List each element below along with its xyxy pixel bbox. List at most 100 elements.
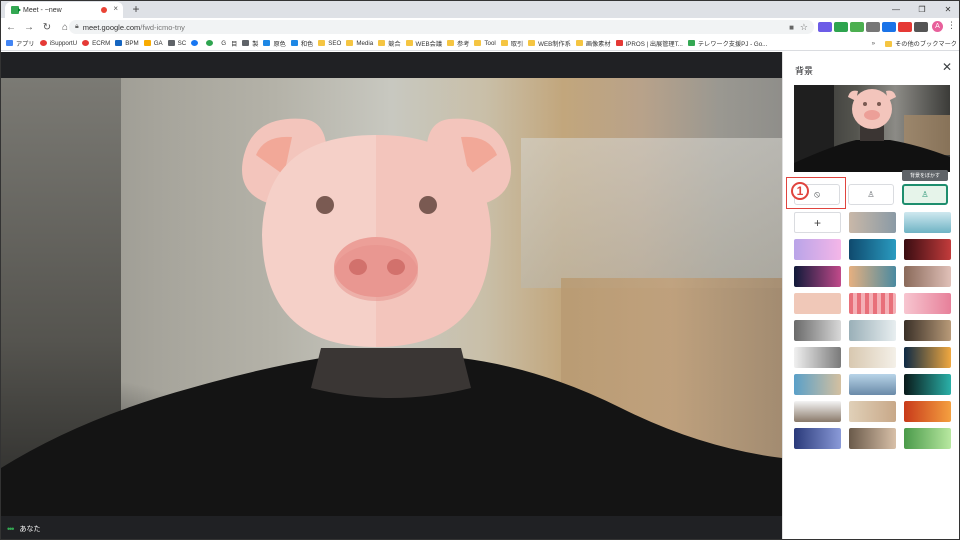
background-thumbnail[interactable]: [904, 347, 951, 368]
bookmark-folder[interactable]: WEB会議: [405, 39, 442, 48]
self-name-label: あなた: [19, 525, 41, 533]
profile-avatar[interactable]: A: [932, 21, 943, 32]
bookmark-item[interactable]: [191, 40, 201, 46]
blur-background-option[interactable]: ♙: [902, 184, 948, 205]
screenshot-frame: Meet - ~new × + — ❐ ✕ ← → ↻ ⌂ 🔒︎ meet.go…: [0, 0, 960, 540]
extension-icon[interactable]: [866, 22, 880, 32]
background-thumbnail[interactable]: [794, 239, 841, 260]
bookmark-item[interactable]: 製: [242, 39, 258, 48]
background-thumbnail[interactable]: [849, 266, 896, 287]
other-bookmarks-folder[interactable]: その他のブックマーク: [885, 39, 957, 48]
background-thumbnail[interactable]: [904, 239, 951, 260]
blur-tooltip: 背景をぼかす: [902, 170, 948, 181]
background-thumbnail[interactable]: [904, 428, 951, 449]
bookmark-item[interactable]: [206, 40, 216, 46]
recording-indicator-icon: [101, 7, 107, 13]
background-thumbnail[interactable]: [794, 347, 841, 368]
extension-icon[interactable]: [882, 22, 896, 32]
background-thumbnail[interactable]: [904, 374, 951, 395]
bookmark-item[interactable]: IPROS | 出展管理T...: [615, 39, 683, 48]
background-thumbnail[interactable]: [849, 401, 896, 422]
close-panel-button[interactable]: ✕: [942, 61, 952, 73]
lock-icon: 🔒︎: [75, 23, 79, 30]
background-thumbnail[interactable]: [794, 266, 841, 287]
bookmarks-overflow-button[interactable]: »: [872, 40, 875, 47]
bookmark-folder[interactable]: 和色: [290, 39, 313, 48]
bookmark-star-icon[interactable]: ☆: [800, 22, 808, 33]
tab-title: Meet - ~new: [23, 6, 62, 14]
bookmark-folder[interactable]: 参考: [447, 39, 469, 48]
background-preview: [794, 85, 950, 172]
bookmark-folder[interactable]: 取引: [500, 39, 523, 48]
minimize-button[interactable]: —: [883, 1, 909, 18]
background-thumbnail[interactable]: [794, 428, 841, 449]
maximize-button[interactable]: ❐: [909, 1, 935, 18]
background-thumbnail[interactable]: [794, 374, 841, 395]
background-thumbnail[interactable]: [904, 320, 951, 341]
close-window-button[interactable]: ✕: [935, 1, 959, 18]
bookmark-item[interactable]: iSupportU: [39, 40, 77, 47]
bookmark-folder[interactable]: 原色: [263, 39, 286, 48]
meet-favicon-icon: [11, 6, 21, 14]
url-domain: meet.google.com: [82, 22, 141, 32]
bookmark-item[interactable]: 目: [231, 39, 237, 48]
tab-close-button[interactable]: ×: [113, 4, 118, 13]
browser-menu-icon[interactable]: ⋮: [947, 20, 956, 31]
background-thumbnail[interactable]: [849, 374, 896, 395]
annotation-number-badge: 1: [791, 182, 809, 200]
background-thumbnail[interactable]: [794, 320, 841, 341]
address-bar[interactable]: 🔒︎ meet.google.com/fwd-icmo-tny ■ ☆: [69, 20, 814, 34]
background-thumbnail[interactable]: [904, 401, 951, 422]
new-tab-button[interactable]: +: [129, 2, 143, 16]
browser-toolbar: ← → ↻ ⌂ 🔒︎ meet.google.com/fwd-icmo-tny …: [1, 18, 959, 36]
bookmark-folder[interactable]: SEO: [318, 40, 341, 47]
background-thumbnail[interactable]: [794, 293, 841, 314]
camera-icon[interactable]: ■: [789, 23, 794, 32]
bookmark-folder[interactable]: 画像素材: [575, 39, 611, 48]
browser-tab-meet[interactable]: Meet - ~new ×: [5, 2, 123, 18]
background-thumbnail[interactable]: [849, 293, 896, 314]
bookmarks-bar: アプリ iSupportU ECRM BPM GA SC G 目 製 原色 和色…: [1, 36, 959, 51]
extension-icon[interactable]: [898, 22, 912, 32]
bookmark-folder[interactable]: Tool: [474, 40, 496, 47]
forward-arrow-icon[interactable]: →: [21, 22, 37, 33]
background-thumbnail[interactable]: [904, 293, 951, 314]
back-arrow-icon[interactable]: ←: [3, 22, 19, 33]
bookmark-item[interactable]: テレワーク支援PJ - Go...: [687, 39, 767, 48]
background-thumbnail[interactable]: [904, 212, 951, 233]
bookmark-folder[interactable]: 競合: [378, 39, 401, 48]
preview-image: [794, 85, 950, 172]
bookmark-folder[interactable]: WEB制作系: [528, 39, 571, 48]
add-background-button[interactable]: +: [794, 212, 841, 233]
reload-icon[interactable]: ↻: [39, 22, 55, 33]
meet-main-area: ••• あなた: [1, 52, 782, 539]
bookmark-item[interactable]: ECRM: [82, 40, 110, 47]
extensions-puzzle-icon[interactable]: [914, 22, 928, 32]
self-video: [1, 78, 782, 516]
background-panel: 背景 ✕ 背景をぼかす ⦸ ♙ ♙ 1 +: [782, 52, 959, 539]
bookmarks-overflow: » その他のブックマーク: [872, 36, 957, 50]
pig-face-mask-icon: [242, 118, 511, 347]
person-blur-icon: ♙: [921, 190, 929, 199]
background-thumbnail[interactable]: [849, 320, 896, 341]
bookmark-item[interactable]: G: [221, 40, 226, 47]
participant-bar: ••• あなた: [1, 516, 782, 539]
background-thumbnail[interactable]: [849, 239, 896, 260]
background-thumbnail[interactable]: [849, 428, 896, 449]
background-thumbnail[interactable]: [794, 401, 841, 422]
person-silhouette: [1, 348, 782, 516]
bookmark-item[interactable]: SC: [167, 40, 186, 47]
bookmark-item[interactable]: GA: [143, 40, 163, 47]
background-thumbnail[interactable]: [849, 347, 896, 368]
extensions-area: [817, 20, 929, 34]
bookmark-item[interactable]: BPM: [115, 40, 139, 47]
bookmark-folder[interactable]: Media: [346, 40, 373, 47]
bookmark-item[interactable]: アプリ: [6, 39, 35, 48]
extension-icon[interactable]: [834, 22, 848, 32]
background-thumbnail[interactable]: [849, 212, 896, 233]
slight-blur-option[interactable]: ♙: [848, 184, 894, 205]
url-path: /fwd-icmo-tny: [140, 22, 185, 32]
extension-icon[interactable]: [818, 22, 832, 32]
background-thumbnail[interactable]: [904, 266, 951, 287]
extension-icon[interactable]: [850, 22, 864, 32]
